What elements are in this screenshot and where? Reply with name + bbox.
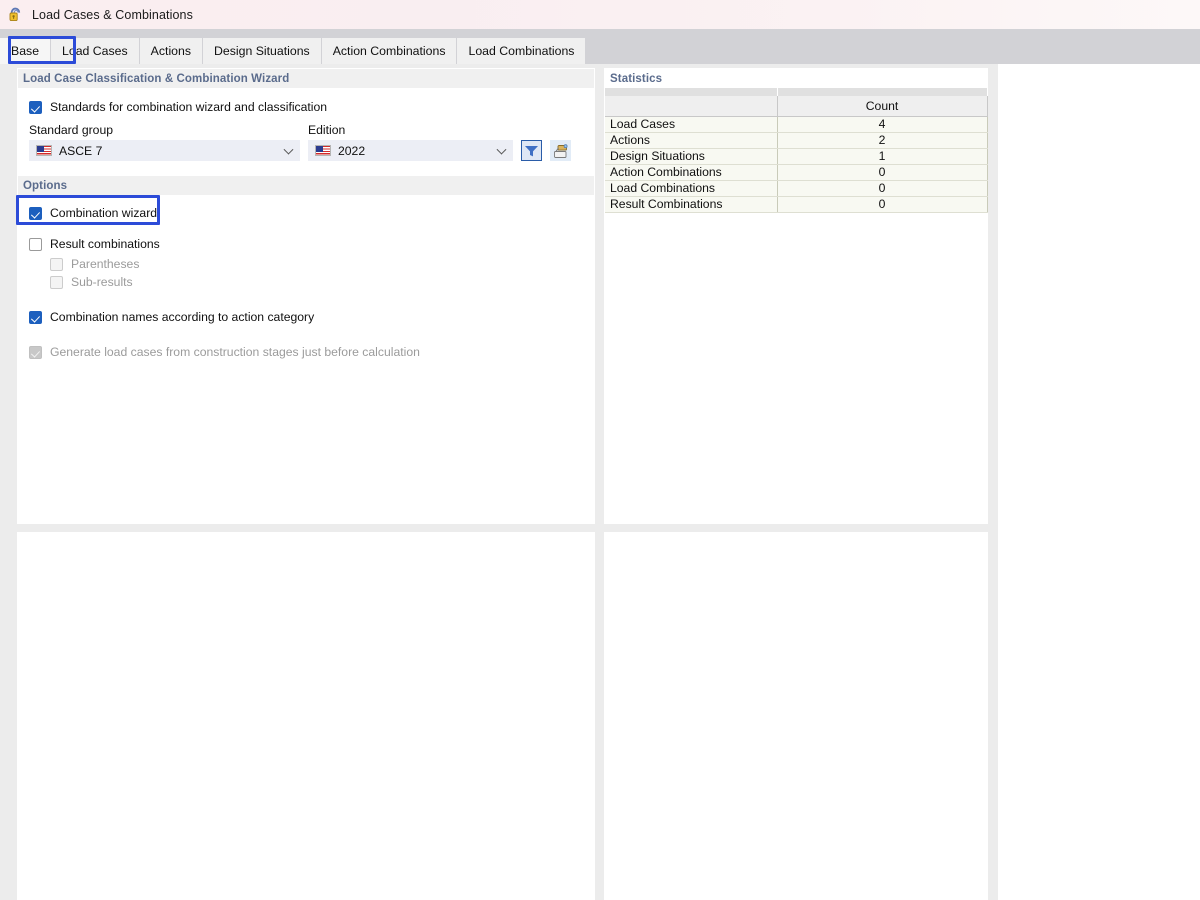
row-count: 0 xyxy=(777,196,987,212)
tab-load-cases[interactable]: Load Cases xyxy=(51,38,140,64)
tab-load-combinations[interactable]: Load Combinations xyxy=(457,38,586,64)
tab-action-combinations[interactable]: Action Combinations xyxy=(322,38,458,64)
table-row[interactable]: Design Situations 1 xyxy=(605,148,987,164)
row-count: 1 xyxy=(777,148,987,164)
combination-names-checkbox[interactable] xyxy=(29,311,42,324)
options-section-title: Options xyxy=(23,180,67,192)
classification-options-panel: Load Case Classification & Combination W… xyxy=(17,68,595,524)
row-label: Action Combinations xyxy=(605,164,777,180)
edition-label: Edition xyxy=(308,123,513,137)
tab-label: Load Cases xyxy=(62,44,128,58)
combination-names-label: Combination names according to action ca… xyxy=(50,310,314,324)
edition-combo[interactable]: 2022 xyxy=(308,140,513,161)
parentheses-label: Parentheses xyxy=(71,257,139,271)
statistics-section-header: Statistics xyxy=(605,69,987,88)
sub-results-label: Sub-results xyxy=(71,275,133,289)
option-generate-load-cases-row: Generate load cases from construction st… xyxy=(29,345,586,359)
option-sub-results-row: Sub-results xyxy=(50,275,586,289)
us-flag-icon xyxy=(36,145,52,156)
row-count: 0 xyxy=(777,164,987,180)
tab-label: Action Combinations xyxy=(333,44,446,58)
chevron-down-icon[interactable] xyxy=(284,144,294,154)
tab-label: Actions xyxy=(151,44,191,58)
row-label: Load Cases xyxy=(605,116,777,132)
row-count: 4 xyxy=(777,116,987,132)
tab-base[interactable]: Base xyxy=(0,38,51,64)
option-result-combinations-row[interactable]: Result combinations xyxy=(29,237,586,251)
row-label: Result Combinations xyxy=(605,196,777,212)
column-header-name[interactable] xyxy=(605,96,777,116)
filter-funnel-icon[interactable] xyxy=(521,140,542,161)
table-row[interactable]: Action Combinations 0 xyxy=(605,164,987,180)
sub-results-checkbox xyxy=(50,276,63,289)
option-parentheses-row: Parentheses xyxy=(50,257,586,271)
result-combinations-checkbox[interactable] xyxy=(29,238,42,251)
standard-group-combo[interactable]: ASCE 7 xyxy=(29,140,300,161)
standards-checkbox-row[interactable]: Standards for combination wizard and cla… xyxy=(29,100,586,114)
statistics-section-title: Statistics xyxy=(610,73,662,85)
standards-checkbox[interactable] xyxy=(29,101,42,114)
standards-checkbox-label: Standards for combination wizard and cla… xyxy=(50,100,327,114)
tab-label: Base xyxy=(11,44,39,58)
classification-section-title: Load Case Classification & Combination W… xyxy=(23,73,289,85)
statistics-panel: Statistics Count Load Cases 4 Actions 2 … xyxy=(604,68,988,524)
tab-actions[interactable]: Actions xyxy=(140,38,203,64)
edition-value: 2022 xyxy=(338,144,365,158)
tab-label: Load Combinations xyxy=(468,44,574,58)
edition-field: Edition 2022 xyxy=(308,123,513,161)
row-label: Design Situations xyxy=(605,148,777,164)
combination-wizard-label: Combination wizard xyxy=(50,206,157,220)
row-count: 0 xyxy=(777,180,987,196)
options-section-header: Options xyxy=(18,176,594,195)
us-flag-icon xyxy=(315,145,331,156)
tab-design-situations[interactable]: Design Situations xyxy=(203,38,322,64)
statistics-table: Count Load Cases 4 Actions 2 Design Situ… xyxy=(605,88,988,213)
table-header-row: Count xyxy=(605,96,987,116)
row-label: Load Combinations xyxy=(605,180,777,196)
generate-load-cases-label: Generate load cases from construction st… xyxy=(50,345,420,359)
standard-settings-icon[interactable] xyxy=(550,140,571,161)
options-form: Combination wizard Result combinations P… xyxy=(18,195,594,367)
result-combinations-label: Result combinations xyxy=(50,237,160,251)
standard-group-value: ASCE 7 xyxy=(59,144,102,158)
classification-section-header: Load Case Classification & Combination W… xyxy=(18,69,594,88)
standard-selection-row: Standard group ASCE 7 Edition 2022 xyxy=(29,123,586,161)
table-row[interactable]: Actions 2 xyxy=(605,132,987,148)
tab-bar: Base Load Cases Actions Design Situation… xyxy=(0,29,1200,64)
combination-wizard-checkbox[interactable] xyxy=(29,207,42,220)
standard-group-label: Standard group xyxy=(29,123,300,137)
chevron-down-icon[interactable] xyxy=(497,144,507,154)
window-title: Load Cases & Combinations xyxy=(32,8,193,22)
column-header-count[interactable]: Count xyxy=(777,96,987,116)
classification-form: Standards for combination wizard and cla… xyxy=(18,88,594,169)
option-combination-names-row[interactable]: Combination names according to action ca… xyxy=(29,310,586,324)
lower-right-panel xyxy=(604,532,988,900)
table-row[interactable]: Load Cases 4 xyxy=(605,116,987,132)
option-combination-wizard-row[interactable]: Combination wizard xyxy=(29,206,586,220)
generate-load-cases-checkbox xyxy=(29,346,42,359)
standard-group-field: Standard group ASCE 7 xyxy=(29,123,300,161)
tab-label: Design Situations xyxy=(214,44,310,58)
table-row[interactable]: Load Combinations 0 xyxy=(605,180,987,196)
row-label: Actions xyxy=(605,132,777,148)
table-row[interactable]: Result Combinations 0 xyxy=(605,196,987,212)
table-grip-band xyxy=(605,88,987,96)
parentheses-checkbox xyxy=(50,258,63,271)
lower-left-panel xyxy=(17,532,595,900)
window-title-bar: Load Cases & Combinations xyxy=(0,0,1200,29)
row-count: 2 xyxy=(777,132,987,148)
right-empty-area xyxy=(998,64,1200,900)
lock-combinations-icon xyxy=(7,6,24,23)
